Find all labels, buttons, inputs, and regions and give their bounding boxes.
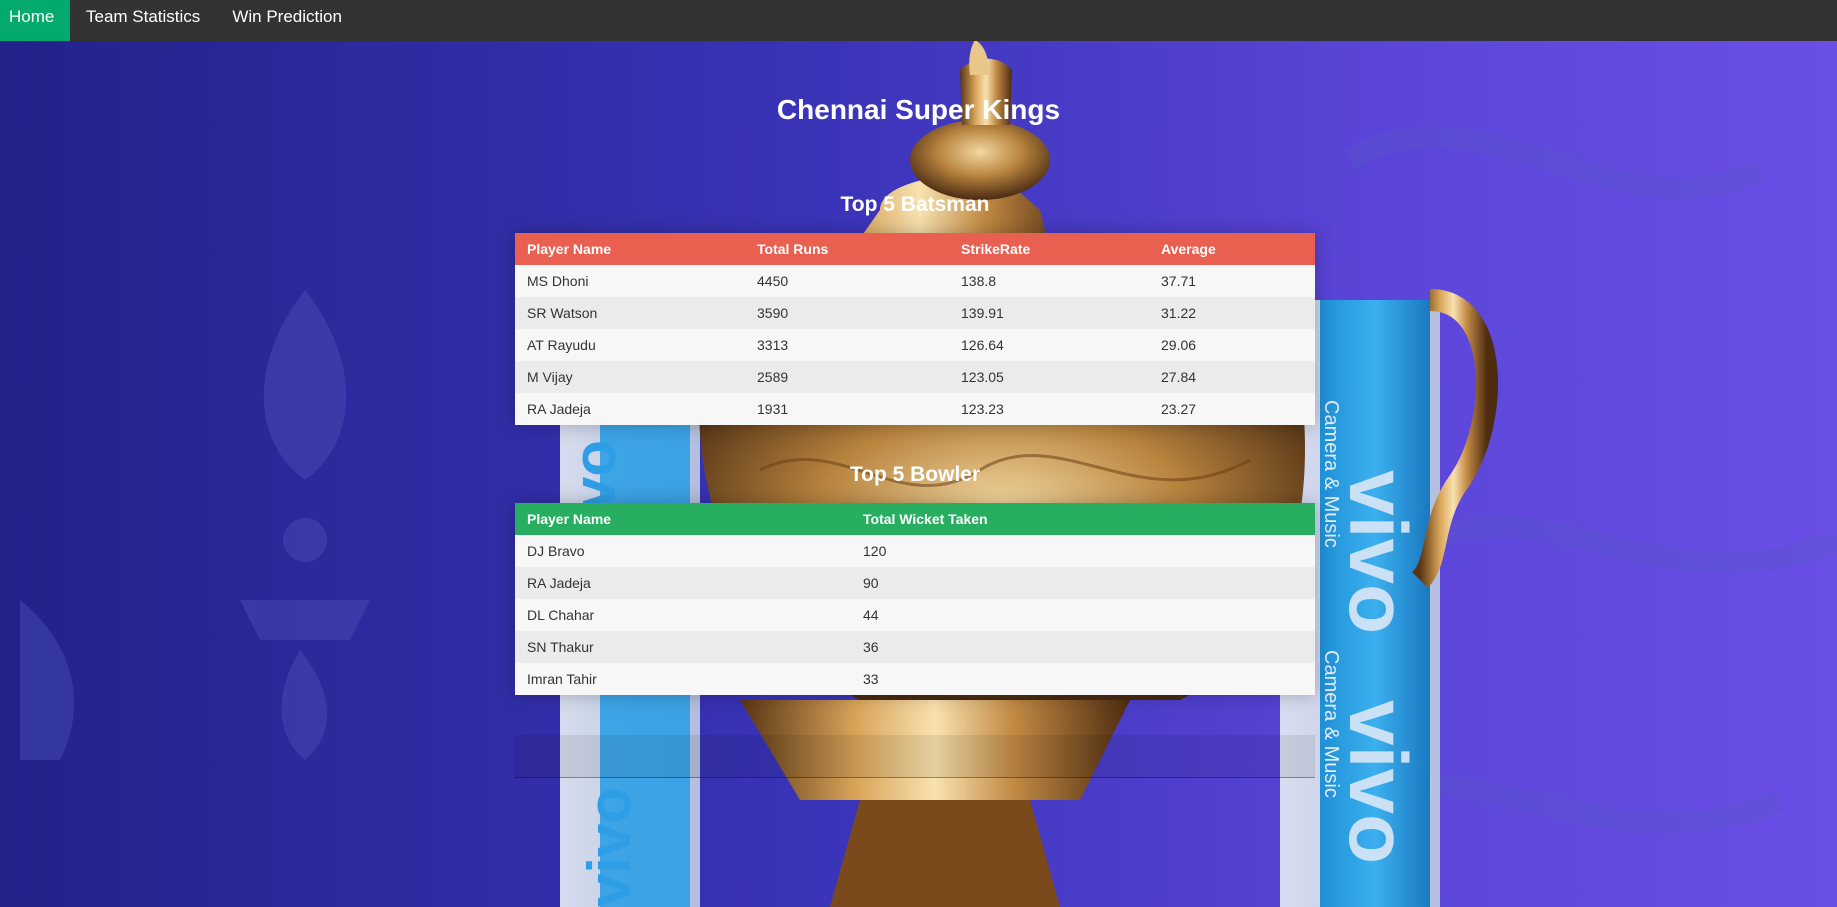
table-row: RA Jadeja 90 — [515, 567, 1315, 599]
table-row: RA Jadeja 1931 123.23 23.27 — [515, 393, 1315, 425]
top-bowler-heading: Top 5 Bowler — [849, 463, 981, 486]
player-name-cell: RA Jadeja — [515, 567, 851, 599]
top-navbar: Home Team Statistics Win Prediction — [0, 0, 1837, 41]
wickets-cell: 33 — [851, 663, 1315, 695]
wickets-cell: 120 — [851, 535, 1315, 567]
table-bottom-spacer — [515, 735, 1315, 778]
player-name-cell: SR Watson — [515, 297, 745, 329]
team-name-heading: Chennai Super Kings — [776, 94, 1061, 125]
player-name-cell: AT Rayudu — [515, 329, 745, 361]
strike-rate-cell: 126.64 — [949, 329, 1149, 361]
table-row: Imran Tahir 33 — [515, 663, 1315, 695]
svg-text:vivo: vivo — [576, 787, 643, 907]
total-runs-cell: 3313 — [745, 329, 949, 361]
top-batsman-table: Player Name Total Runs StrikeRate Averag… — [515, 233, 1315, 425]
average-cell: 29.06 — [1149, 329, 1315, 361]
player-name-cell: SN Thakur — [515, 631, 851, 663]
column-header: Average — [1149, 233, 1315, 265]
nav-home-link[interactable]: Home — [0, 0, 70, 41]
svg-text:vivo: vivo — [1332, 470, 1423, 634]
table-row: MS Dhoni 4450 138.8 37.71 — [515, 265, 1315, 297]
strike-rate-cell: 138.8 — [949, 265, 1149, 297]
top-bowler-table: Player Name Total Wicket Taken DJ Bravo … — [515, 503, 1315, 695]
strike-rate-cell: 139.91 — [949, 297, 1149, 329]
total-runs-cell: 2589 — [745, 361, 949, 393]
table-row: SN Thakur 36 — [515, 631, 1315, 663]
column-header: Player Name — [515, 233, 745, 265]
column-header: Total Runs — [745, 233, 949, 265]
player-name-cell: DL Chahar — [515, 599, 851, 631]
wickets-cell: 44 — [851, 599, 1315, 631]
average-cell: 23.27 — [1149, 393, 1315, 425]
wickets-cell: 90 — [851, 567, 1315, 599]
table-row: AT Rayudu 3313 126.64 29.06 — [515, 329, 1315, 361]
table-row: DL Chahar 44 — [515, 599, 1315, 631]
table-row: M Vijay 2589 123.05 27.84 — [515, 361, 1315, 393]
column-header: Total Wicket Taken — [851, 503, 1315, 535]
column-header: StrikeRate — [949, 233, 1149, 265]
strike-rate-cell: 123.05 — [949, 361, 1149, 393]
table-header-row: Player Name Total Runs StrikeRate Averag… — [515, 233, 1315, 265]
player-name-cell: RA Jadeja — [515, 393, 745, 425]
table-header-row: Player Name Total Wicket Taken — [515, 503, 1315, 535]
top-batsman-heading: Top 5 Batsman — [840, 193, 990, 216]
player-name-cell: Imran Tahir — [515, 663, 851, 695]
nav-team-statistics-link[interactable]: Team Statistics — [70, 0, 216, 41]
total-runs-cell: 4450 — [745, 265, 949, 297]
table-row: DJ Bravo 120 — [515, 535, 1315, 567]
player-name-cell: DJ Bravo — [515, 535, 851, 567]
average-cell: 37.71 — [1149, 265, 1315, 297]
svg-text:Camera & Music: Camera & Music — [1320, 650, 1342, 798]
total-runs-cell: 1931 — [745, 393, 949, 425]
wickets-cell: 36 — [851, 631, 1315, 663]
average-cell: 27.84 — [1149, 361, 1315, 393]
player-name-cell: M Vijay — [515, 361, 745, 393]
average-cell: 31.22 — [1149, 297, 1315, 329]
column-header: Player Name — [515, 503, 851, 535]
total-runs-cell: 3590 — [745, 297, 949, 329]
svg-text:vivo: vivo — [1332, 700, 1423, 864]
strike-rate-cell: 123.23 — [949, 393, 1149, 425]
nav-win-prediction-link[interactable]: Win Prediction — [216, 0, 358, 41]
table-row: SR Watson 3590 139.91 31.22 — [515, 297, 1315, 329]
player-name-cell: MS Dhoni — [515, 265, 745, 297]
